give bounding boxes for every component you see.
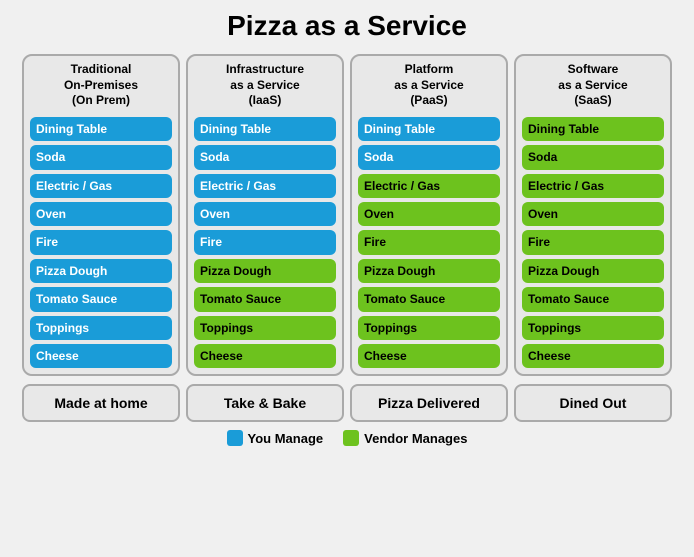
item-soda-iaas: Soda: [194, 145, 336, 169]
item-toppings-on-prem: Toppings: [30, 316, 172, 340]
item-oven-saas: Oven: [522, 202, 664, 226]
item-pizza-dough-on-prem: Pizza Dough: [30, 259, 172, 283]
footer-iaas: Take & Bake: [186, 384, 344, 422]
page-title: Pizza as a Service: [227, 10, 467, 42]
item-electric-/-gas-iaas: Electric / Gas: [194, 174, 336, 198]
vendor-manages-box: [343, 430, 359, 446]
column-header-saas: Software as a Service (SaaS): [522, 62, 664, 109]
footer-on-prem: Made at home: [22, 384, 180, 422]
legend-you-manage: You Manage: [227, 430, 324, 446]
item-pizza-dough-saas: Pizza Dough: [522, 259, 664, 283]
item-fire-on-prem: Fire: [30, 230, 172, 254]
item-cheese-on-prem: Cheese: [30, 344, 172, 368]
you-manage-label: You Manage: [248, 431, 324, 446]
main-grid: Traditional On-Premises (On Prem) Dining …: [10, 54, 684, 376]
item-electric-/-gas-saas: Electric / Gas: [522, 174, 664, 198]
column-header-paas: Platform as a Service (PaaS): [358, 62, 500, 109]
item-oven-iaas: Oven: [194, 202, 336, 226]
item-soda-paas: Soda: [358, 145, 500, 169]
vendor-manages-label: Vendor Manages: [364, 431, 467, 446]
footer-saas: Dined Out: [514, 384, 672, 422]
item-tomato-sauce-paas: Tomato Sauce: [358, 287, 500, 311]
item-pizza-dough-paas: Pizza Dough: [358, 259, 500, 283]
item-toppings-saas: Toppings: [522, 316, 664, 340]
item-fire-paas: Fire: [358, 230, 500, 254]
item-dining-table-saas: Dining Table: [522, 117, 664, 141]
footer-paas: Pizza Delivered: [350, 384, 508, 422]
item-oven-paas: Oven: [358, 202, 500, 226]
item-cheese-iaas: Cheese: [194, 344, 336, 368]
item-cheese-saas: Cheese: [522, 344, 664, 368]
item-tomato-sauce-on-prem: Tomato Sauce: [30, 287, 172, 311]
footer-labels: Made at homeTake & BakePizza DeliveredDi…: [10, 384, 684, 422]
item-soda-saas: Soda: [522, 145, 664, 169]
item-dining-table-on-prem: Dining Table: [30, 117, 172, 141]
legend-vendor-manages: Vendor Manages: [343, 430, 467, 446]
column-iaas: Infrastructure as a Service (IaaS) Dining…: [186, 54, 344, 376]
column-header-iaas: Infrastructure as a Service (IaaS): [194, 62, 336, 109]
item-cheese-paas: Cheese: [358, 344, 500, 368]
column-paas: Platform as a Service (PaaS) Dining Table…: [350, 54, 508, 376]
item-oven-on-prem: Oven: [30, 202, 172, 226]
you-manage-box: [227, 430, 243, 446]
item-dining-table-paas: Dining Table: [358, 117, 500, 141]
column-saas: Software as a Service (SaaS) Dining Table…: [514, 54, 672, 376]
item-electric-/-gas-paas: Electric / Gas: [358, 174, 500, 198]
item-fire-iaas: Fire: [194, 230, 336, 254]
item-toppings-paas: Toppings: [358, 316, 500, 340]
item-tomato-sauce-saas: Tomato Sauce: [522, 287, 664, 311]
legend: You Manage Vendor Manages: [227, 430, 468, 446]
item-dining-table-iaas: Dining Table: [194, 117, 336, 141]
item-electric-/-gas-on-prem: Electric / Gas: [30, 174, 172, 198]
item-pizza-dough-iaas: Pizza Dough: [194, 259, 336, 283]
item-toppings-iaas: Toppings: [194, 316, 336, 340]
column-header-on-prem: Traditional On-Premises (On Prem): [30, 62, 172, 109]
item-fire-saas: Fire: [522, 230, 664, 254]
item-tomato-sauce-iaas: Tomato Sauce: [194, 287, 336, 311]
column-on-prem: Traditional On-Premises (On Prem) Dining …: [22, 54, 180, 376]
item-soda-on-prem: Soda: [30, 145, 172, 169]
